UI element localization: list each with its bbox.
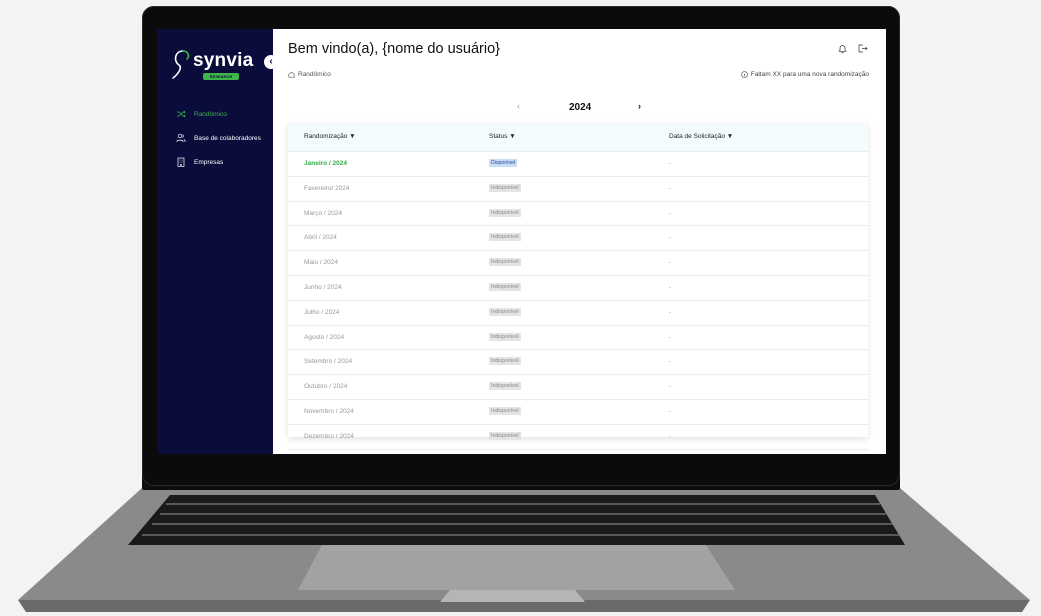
table-row[interactable]: Dezembro / 2024 Indisponível - (288, 425, 868, 450)
table-row[interactable]: Abril / 2024 Indisponível - (288, 226, 868, 252)
sidebar-item-empresas[interactable]: Empresas (157, 150, 273, 174)
table-row[interactable]: Setembro / 2024 Indisponível - (288, 350, 868, 376)
sidebar-item-randomico[interactable]: Randômico (157, 102, 273, 126)
sidebar-item-label: Randômico (194, 110, 227, 118)
table-row[interactable]: Março / 2024 Indisponível - (288, 202, 868, 227)
bell-icon[interactable] (837, 43, 848, 54)
table-row[interactable]: Maio / 2024 Indisponível - (288, 251, 868, 276)
breadcrumb-item[interactable]: Randômico (298, 71, 331, 78)
status-badge: Indisponível (489, 208, 521, 217)
collapse-sidebar-button[interactable]: ‹ (264, 55, 278, 69)
column-header-data-solicitacao[interactable]: Data de Solicitação ▼ (669, 133, 733, 140)
row-month: Agosto / 2024 (304, 333, 345, 341)
sidebar-item-label: Empresas (194, 158, 224, 166)
row-month: Junho / 2024 (304, 283, 342, 291)
status-badge: Indisponível (489, 406, 521, 415)
sidebar-nav: Randômico Base de colaboradores Empresas (157, 102, 273, 174)
row-request-date: - (669, 333, 672, 341)
main-content: Bem vindo(a), {nome do usuário} Randômic… (273, 29, 886, 454)
row-request-date: - (669, 383, 672, 391)
table-row[interactable]: Favereiro/ 2024 Indisponível - (288, 177, 868, 202)
table-header: Randomização ▼ Status ▼ Data de Solicita… (288, 123, 868, 152)
table-row[interactable]: Novembro / 2024 Indisponível - (288, 400, 868, 425)
status-badge: Disponível (489, 159, 518, 167)
row-month: Setembro / 2024 (304, 358, 353, 366)
breadcrumb: Randômico (288, 71, 331, 78)
row-request-date: - (669, 283, 672, 291)
row-request-date: - (669, 209, 672, 217)
column-header-status[interactable]: Status ▼ (489, 133, 516, 140)
status-badge: Indisponível (489, 307, 521, 316)
brand-tagline: RESEARCH (203, 73, 239, 80)
sidebar-item-label: Base de colaboradores (194, 134, 261, 142)
row-month: Dezembro / 2024 (304, 432, 354, 440)
table-row[interactable]: Agosto / 2024 Indisponível - (288, 326, 868, 351)
logo: synvia RESEARCH (172, 49, 254, 85)
logo-mark-icon (172, 50, 190, 79)
randomization-notice: Faltam XX para uma nova randomização (741, 71, 869, 78)
building-icon (176, 157, 186, 167)
randomization-table: Randomização ▼ Status ▼ Data de Solicita… (288, 123, 868, 450)
row-request-date: - (669, 184, 672, 192)
status-badge: Indisponível (489, 431, 521, 440)
row-request-date: - (669, 407, 672, 415)
year-label: 2024 (569, 102, 592, 113)
next-year-button[interactable]: › (638, 101, 641, 111)
status-badge: Indisponível (489, 382, 521, 391)
table-body: Janeiro / 2024 Disponível - Favereiro/ 2024… (288, 152, 868, 450)
row-request-date: - (669, 358, 672, 366)
row-month: Maio / 2024 (304, 259, 338, 267)
status-badge: Indisponível (489, 233, 521, 242)
brand-name: synvia (193, 50, 254, 71)
laptop-screen: synvia RESEARCH ‹ Randômico Base de cola… (157, 29, 886, 454)
table-row[interactable]: Outubro / 2024 Indisponível - (288, 375, 868, 400)
row-month: Favereiro/ 2024 (304, 184, 350, 192)
sidebar: synvia RESEARCH ‹ Randômico Base de cola… (157, 29, 278, 454)
status-badge: Indisponível (489, 357, 521, 366)
logout-icon[interactable] (857, 43, 868, 54)
row-month: Julho / 2024 (304, 308, 340, 316)
page-title: Bem vindo(a), {nome do usuário} (288, 41, 500, 57)
header-actions (837, 43, 868, 54)
status-badge: Indisponível (489, 183, 521, 192)
shuffle-icon (176, 109, 186, 119)
status-badge: Indisponível (489, 258, 521, 267)
row-month[interactable]: Janeiro / 2024 (304, 160, 347, 167)
column-header-randomizacao[interactable]: Randomização ▼ (304, 133, 356, 140)
notice-text: Faltam XX para uma nova randomização (750, 71, 869, 78)
row-month: Outubro / 2024 (304, 383, 348, 391)
row-month: Abril / 2024 (304, 234, 337, 242)
status-badge: Indisponível (489, 282, 521, 291)
home-icon (288, 71, 295, 78)
row-request-date: - (669, 234, 672, 242)
row-request-date: - (669, 432, 672, 440)
row-request-date: - (669, 259, 672, 267)
row-month: Novembro / 2024 (304, 407, 354, 415)
status-badge: Indisponível (489, 332, 521, 341)
row-month: Março / 2024 (304, 209, 342, 217)
table-row[interactable]: Julho / 2024 Indisponível - (288, 301, 868, 326)
table-row[interactable]: Junho / 2024 Indisponível - (288, 276, 868, 301)
table-row[interactable]: Janeiro / 2024 Disponível - (288, 152, 868, 177)
year-selector: ‹ 2024 › (273, 101, 886, 115)
row-request-date: - (669, 160, 672, 167)
users-icon (176, 133, 186, 143)
previous-year-button[interactable]: ‹ (517, 101, 520, 111)
info-icon (741, 71, 748, 78)
sidebar-item-base-de-colaboradores[interactable]: Base de colaboradores (157, 126, 273, 150)
row-request-date: - (669, 308, 672, 316)
